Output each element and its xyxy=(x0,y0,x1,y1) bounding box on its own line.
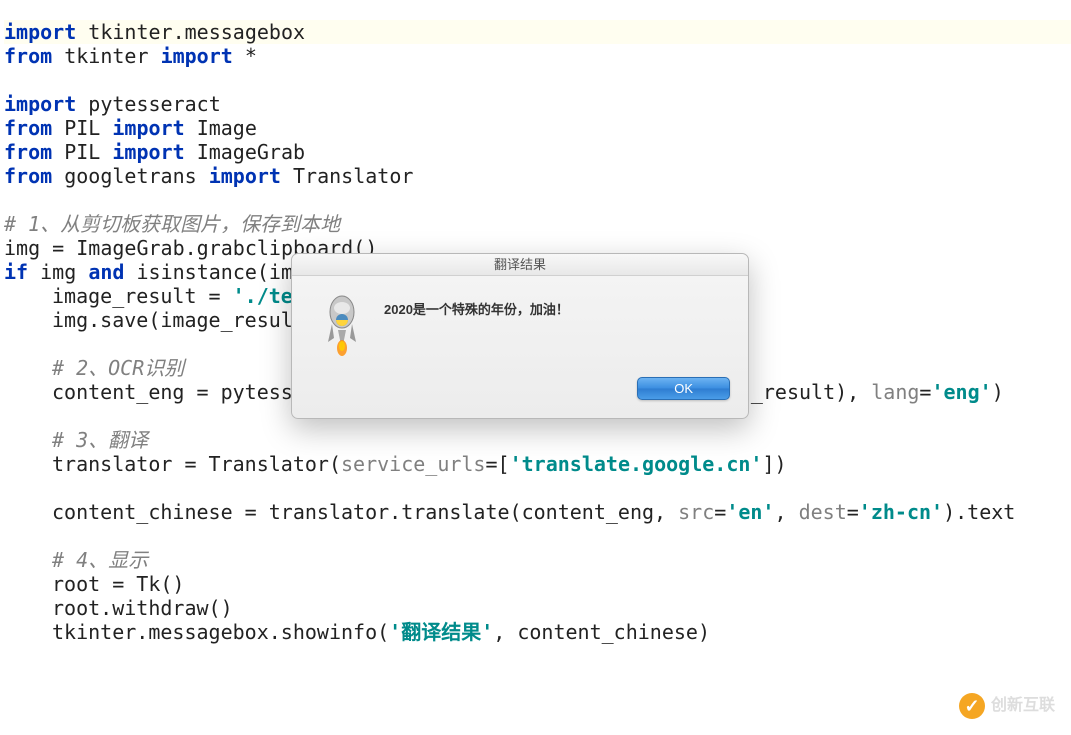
dialog-body: 2020是一个特殊的年份，加油！ xyxy=(292,276,748,368)
code-line: root.withdraw() xyxy=(4,596,1071,620)
code-line: from PIL import Image xyxy=(4,116,1071,140)
ok-button[interactable]: OK xyxy=(637,377,730,400)
dialog-message: 2020是一个特殊的年份，加油！ xyxy=(384,294,569,322)
code-line: content_chinese = translator.translate(c… xyxy=(4,500,1071,524)
message-dialog: 翻译结果 2020是一个特殊的年份，加油！ OK xyxy=(291,253,749,419)
watermark-text: 创新互联 xyxy=(991,694,1055,718)
code-line xyxy=(4,68,1071,92)
code-line xyxy=(4,476,1071,500)
code-line: from tkinter import * xyxy=(4,44,1071,68)
code-line: from googletrans import Translator xyxy=(4,164,1071,188)
code-line: tkinter.messagebox.showinfo('翻译结果', cont… xyxy=(4,620,1071,644)
check-icon: ✓ xyxy=(964,694,979,718)
code-line: import pytesseract xyxy=(4,92,1071,116)
code-line-highlighted: import tkinter.messagebox xyxy=(4,20,1071,44)
code-line: # 4、显示 xyxy=(4,548,1071,572)
dialog-title[interactable]: 翻译结果 xyxy=(292,254,748,276)
python-rocket-icon xyxy=(320,294,364,358)
code-line: # 1、从剪切板获取图片，保存到本地 xyxy=(4,212,1071,236)
dialog-footer: OK xyxy=(292,368,748,418)
code-line: root = Tk() xyxy=(4,572,1071,596)
code-line: from PIL import ImageGrab xyxy=(4,140,1071,164)
code-line: # 3、翻译 xyxy=(4,428,1071,452)
code-line: translator = Translator(service_urls=['t… xyxy=(4,452,1071,476)
watermark: ✓ 创新互联 xyxy=(959,693,1055,719)
watermark-badge-icon: ✓ xyxy=(959,693,985,719)
code-line xyxy=(4,188,1071,212)
code-line xyxy=(4,524,1071,548)
